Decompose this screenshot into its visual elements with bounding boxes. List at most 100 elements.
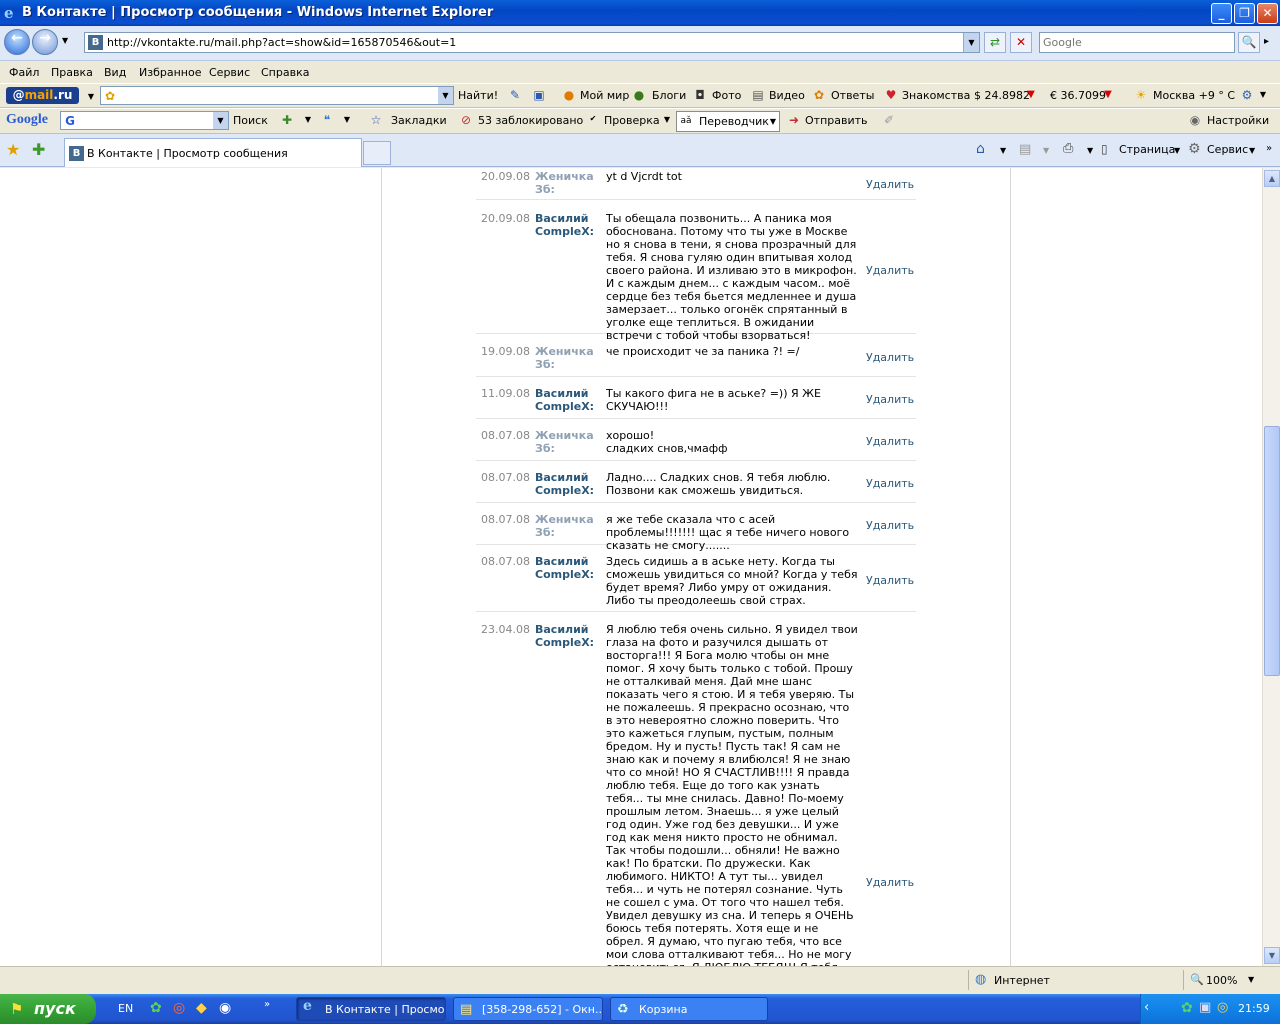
delete-link[interactable]: Удалить (866, 519, 914, 532)
delete-link[interactable]: Удалить (866, 264, 914, 277)
forward-button[interactable]: → (32, 29, 58, 55)
stop-button[interactable]: ✕ (1010, 32, 1032, 53)
tab-vkontakte[interactable]: B В Контакте | Просмотр сообщения (64, 138, 362, 167)
start-button[interactable]: ⚑ пуск (0, 994, 96, 1024)
close-button[interactable]: ✕ (1257, 3, 1278, 24)
menu-favorites[interactable]: Избранное (139, 66, 201, 79)
translator-button[interactable]: aǎ Переводчик ▼ (676, 111, 780, 132)
home-icon[interactable]: ⌂ (976, 141, 985, 157)
scroll-up-arrow-icon[interactable]: ▲ (1264, 170, 1280, 187)
message-author[interactable]: Василий CompleX: (535, 623, 597, 649)
quicklaunch-media-icon[interactable]: ◉ (219, 1000, 231, 1016)
google-search-button[interactable]: Поиск (233, 114, 268, 127)
menu-help[interactable]: Справка (261, 66, 309, 79)
mailru-search-dropdown-icon[interactable]: ▼ (438, 87, 453, 104)
task-vkontakte[interactable]: e В Контакте | Просмо... (296, 997, 446, 1021)
menu-view[interactable]: Вид (104, 66, 126, 79)
home-dropdown-icon[interactable]: ▼ (1000, 146, 1006, 155)
quicklaunch-app-icon[interactable]: ◆ (196, 1000, 207, 1016)
highlight-icon[interactable]: ✐ (882, 113, 896, 127)
google-settings-button[interactable]: Настройки (1207, 114, 1269, 127)
refresh-button[interactable]: ⇄ (984, 32, 1006, 53)
photo-link[interactable]: Фото (712, 89, 741, 102)
answers-link[interactable]: Ответы (831, 89, 874, 102)
zoom-dropdown-icon[interactable]: ▼ (1248, 975, 1254, 984)
scroll-down-arrow-icon[interactable]: ▼ (1264, 947, 1280, 964)
message-author[interactable]: Женичка Зб: (535, 429, 597, 455)
chat-dropdown-icon[interactable]: ▼ (340, 113, 354, 127)
tray-network-icon[interactable]: ▣ (1199, 1000, 1211, 1015)
back-button[interactable]: ← (4, 29, 30, 55)
message-author[interactable]: Василий CompleX: (535, 471, 597, 497)
pencil-icon[interactable]: ✎ (508, 88, 522, 102)
search-box[interactable] (1039, 32, 1235, 53)
dating-link[interactable]: Знакомства (902, 89, 970, 102)
spellcheck-dropdown-icon[interactable]: ▼ (660, 113, 674, 127)
message-author[interactable]: Василий CompleX: (535, 555, 597, 581)
maximize-button[interactable]: ❐ (1234, 3, 1255, 24)
minimize-button[interactable]: _ (1211, 3, 1232, 24)
message-author[interactable]: Женичка Зб: (535, 513, 597, 539)
feeds-dropdown-icon[interactable]: ▼ (1043, 146, 1049, 155)
address-bar[interactable]: B http://vkontakte.ru/mail.php?act=show&… (84, 32, 980, 53)
spellcheck-button[interactable]: Проверка (604, 114, 660, 127)
print-dropdown-icon[interactable]: ▼ (1087, 146, 1093, 155)
message-author[interactable]: Женичка Зб: (535, 345, 597, 371)
send-button[interactable]: Отправить (805, 114, 868, 127)
search-input[interactable] (1040, 33, 1220, 52)
tools-dropdown-icon[interactable]: ▼ (1249, 146, 1255, 155)
tray-antivirus-icon[interactable]: ◎ (1217, 1000, 1228, 1015)
blogs-link[interactable]: Блоги (652, 89, 686, 102)
search-button[interactable]: 🔍 (1238, 32, 1260, 53)
popup-blocked-count[interactable]: 53 заблокировано (478, 114, 583, 127)
task-icq-chat[interactable]: ▤ [358-298-652] - Окн... (453, 997, 603, 1021)
url-text[interactable]: http://vkontakte.ru/mail.php?act=show&id… (107, 36, 456, 49)
mailru-logo[interactable]: @mail.ru (6, 87, 79, 104)
delete-link[interactable]: Удалить (866, 477, 914, 490)
eur-rate[interactable]: € 36.7099 (1050, 89, 1106, 102)
command-bar-more-icon[interactable]: » (1266, 143, 1272, 154)
video-link[interactable]: Видео (769, 89, 805, 102)
task-recycle-bin[interactable]: ♻ Корзина (610, 997, 768, 1021)
add-favorites-icon[interactable]: ✚ (32, 140, 45, 159)
print-icon[interactable]: ⎙ (1063, 141, 1073, 156)
quicklaunch-icq-icon[interactable]: ✿ (150, 1000, 162, 1016)
google-apps-dropdown-icon[interactable]: ▼ (301, 113, 315, 127)
tray-icq-icon[interactable]: ✿ (1181, 1000, 1193, 1016)
message-author[interactable]: Женичка Зб: (535, 170, 597, 196)
menu-tools[interactable]: Сервис (209, 66, 250, 79)
vertical-scrollbar[interactable]: ▲ ▼ (1262, 168, 1280, 966)
menu-file[interactable]: Файл (9, 66, 39, 79)
language-indicator[interactable]: EN (118, 1002, 133, 1015)
mailru-settings-icon[interactable]: ⚙ (1240, 88, 1254, 102)
google-search-dropdown-icon[interactable]: ▼ (213, 112, 228, 129)
mailru-settings-dropdown-icon[interactable]: ▼ (1256, 88, 1270, 102)
usd-rate[interactable]: $ 24.8982 (974, 89, 1030, 102)
delete-link[interactable]: Удалить (866, 351, 914, 364)
chat-bubble-icon[interactable]: ❝ (320, 113, 334, 127)
mailru-menu-dropdown-icon[interactable]: ▼ (84, 90, 98, 104)
page-dropdown-icon[interactable]: ▼ (1174, 146, 1180, 155)
mailru-find-button[interactable]: Найти! (458, 89, 498, 102)
page-icon[interactable]: ▣ (532, 88, 546, 102)
message-author[interactable]: Василий CompleX: (535, 387, 597, 413)
zoom-level[interactable]: 100% (1206, 974, 1237, 987)
google-apps-icon[interactable]: ✚ (280, 113, 294, 127)
quicklaunch-opera-icon[interactable]: ◎ (173, 1000, 185, 1016)
delete-link[interactable]: Удалить (866, 435, 914, 448)
search-options-icon[interactable]: ▸ (1264, 36, 1269, 47)
address-dropdown-icon[interactable]: ▼ (963, 33, 979, 52)
bookmarks-button[interactable]: Закладки (391, 114, 447, 127)
menu-edit[interactable]: Правка (51, 66, 93, 79)
delete-link[interactable]: Удалить (866, 393, 914, 406)
favorites-star-icon[interactable]: ★ (6, 140, 20, 159)
tools-menu-button[interactable]: Сервис (1207, 143, 1248, 156)
weather-link[interactable]: Москва +9 ° C (1153, 89, 1235, 102)
history-dropdown-icon[interactable]: ▼ (62, 36, 68, 45)
mailru-search-field[interactable]: ✿ ▼ (100, 86, 454, 105)
scroll-thumb[interactable] (1264, 426, 1280, 676)
page-menu-button[interactable]: Страница (1119, 143, 1175, 156)
delete-link[interactable]: Удалить (866, 574, 914, 587)
quicklaunch-more-icon[interactable]: » (264, 999, 270, 1010)
google-search-field[interactable]: G ▼ (60, 111, 229, 130)
